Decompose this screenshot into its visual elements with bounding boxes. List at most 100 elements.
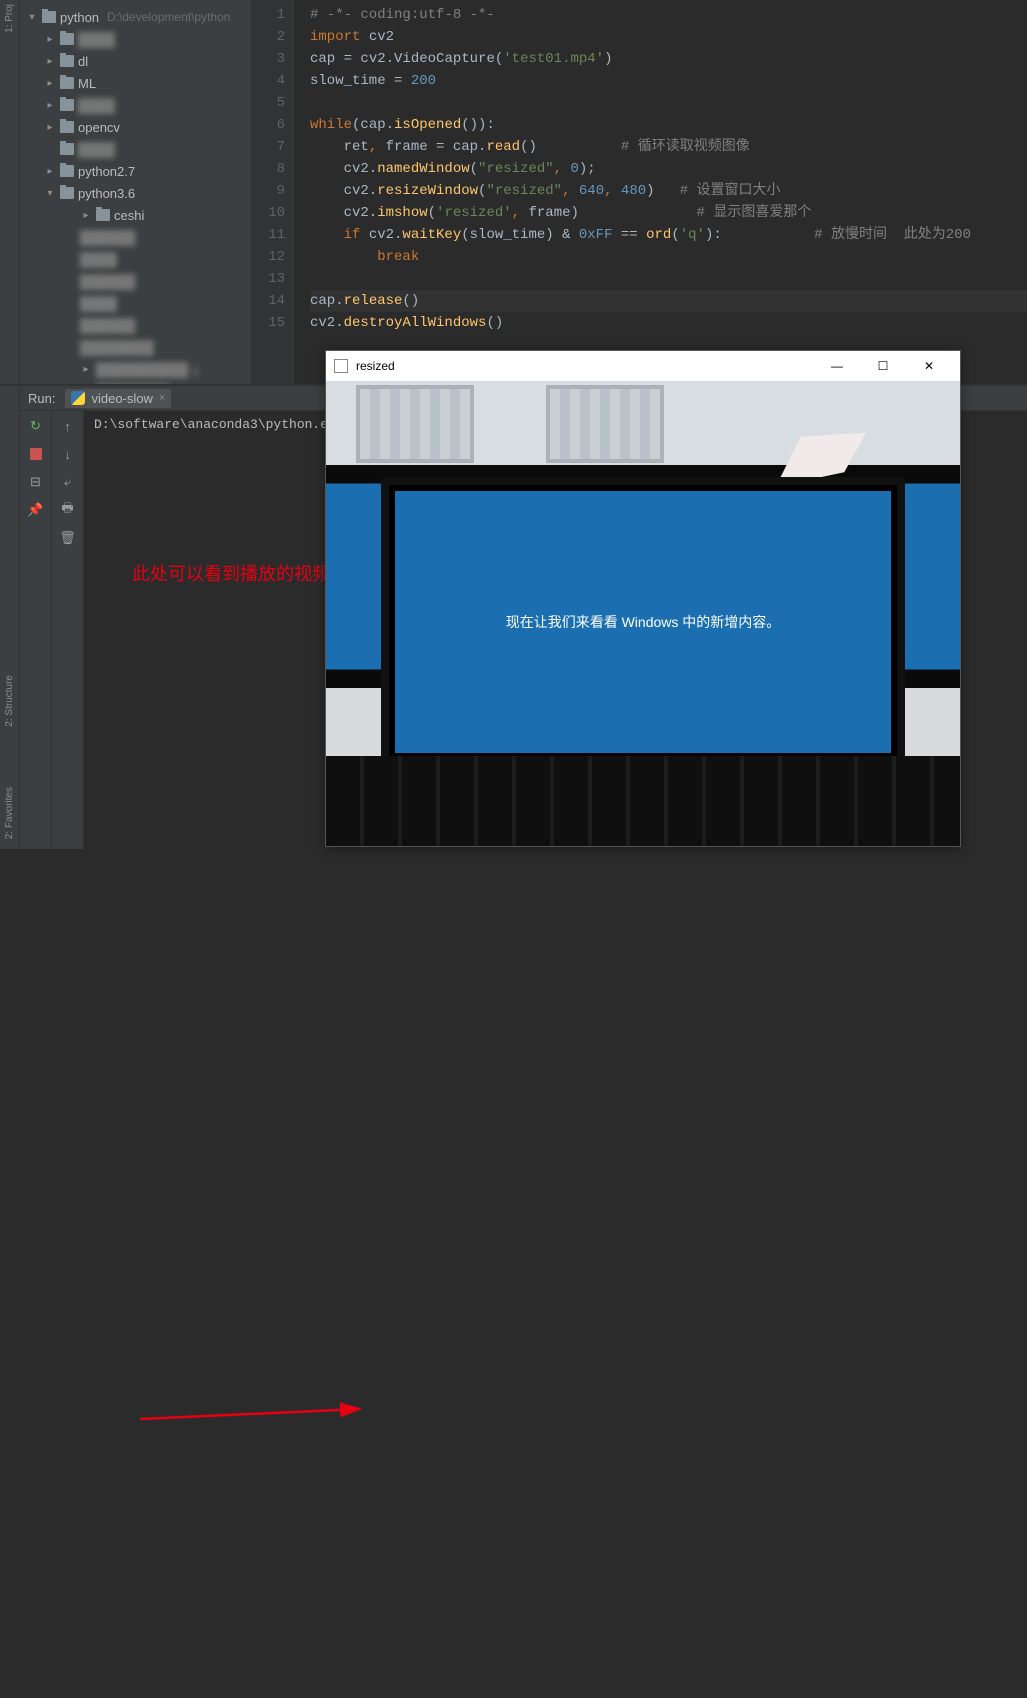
left-tool-strip[interactable]: 1: Proj xyxy=(0,0,20,384)
code-line[interactable]: cv2.resizeWindow("resized", 640, 480) # … xyxy=(310,180,1027,202)
up-icon[interactable]: ↑ xyxy=(59,417,77,435)
code-line[interactable] xyxy=(310,92,1027,114)
rerun-icon[interactable]: ↻ xyxy=(27,417,45,435)
line-number-gutter: 123456789101112131415 xyxy=(252,0,294,384)
chevron-right-icon[interactable]: ▸ xyxy=(44,78,56,89)
line-number: 6 xyxy=(252,114,285,136)
code-line[interactable]: cv2.destroyAllWindows() xyxy=(310,312,1027,334)
folder-icon xyxy=(60,77,74,89)
code-line[interactable]: cv2.namedWindow("resized", 0); xyxy=(310,158,1027,180)
tree-item[interactable]: ▸████ xyxy=(20,94,251,116)
tree-item-python36[interactable]: ▾python3.6 xyxy=(20,182,251,204)
code-line[interactable]: while(cap.isOpened()): xyxy=(310,114,1027,136)
folder-icon xyxy=(60,165,74,177)
tree-item-ceshi[interactable]: ▸ceshi xyxy=(20,204,251,226)
tree-root-label: python xyxy=(60,10,99,25)
line-number: 11 xyxy=(252,224,285,246)
line-number: 2 xyxy=(252,26,285,48)
favorites-strip-label[interactable]: 2: Favorites xyxy=(4,787,15,839)
line-number: 1 xyxy=(252,4,285,26)
line-number: 7 xyxy=(252,136,285,158)
chevron-right-icon[interactable]: ▸ xyxy=(44,166,56,177)
tree-item-opencv[interactable]: ▸opencv xyxy=(20,116,251,138)
chevron-right-icon[interactable]: ▸ xyxy=(44,56,56,67)
code-line[interactable]: break xyxy=(310,246,1027,268)
bottom-tool-strip[interactable]: 2: Favorites 2: Structure xyxy=(0,386,20,849)
tree-item[interactable]: ██████ xyxy=(20,314,251,336)
video-titlebar[interactable]: resized — ☐ ✕ xyxy=(326,351,960,381)
code-line[interactable]: cap.release() xyxy=(310,290,1027,312)
tree-item-python27[interactable]: ▸python2.7 xyxy=(20,160,251,182)
folder-icon xyxy=(96,209,110,221)
minimize-button[interactable]: — xyxy=(814,351,860,381)
window-icon xyxy=(334,359,348,373)
video-window[interactable]: resized — ☐ ✕ 现在让我们来看看 Windows 中的新增内容。 xyxy=(325,350,961,847)
code-editor[interactable]: 123456789101112131415 # -*- coding:utf-8… xyxy=(252,0,1027,384)
code-line[interactable]: if cv2.waitKey(slow_time) & 0xFF == ord(… xyxy=(310,224,1027,246)
code-line[interactable] xyxy=(310,268,1027,290)
video-window-title: resized xyxy=(356,359,395,373)
line-number: 4 xyxy=(252,70,285,92)
print-icon[interactable]: 🖶 xyxy=(59,501,77,519)
run-tab[interactable]: video-slow × xyxy=(65,389,171,408)
line-number: 3 xyxy=(252,48,285,70)
trash-icon[interactable]: 🗑 xyxy=(59,529,77,547)
code-line[interactable]: import cv2 xyxy=(310,26,1027,48)
video-keyboard xyxy=(326,756,960,846)
structure-strip-label[interactable]: 2: Structure xyxy=(4,675,15,727)
tree-item[interactable]: ████████ xyxy=(20,336,251,358)
line-number: 12 xyxy=(252,246,285,268)
tree-item[interactable]: ████ xyxy=(20,292,251,314)
down-icon[interactable]: ↓ xyxy=(59,445,77,463)
tree-root[interactable]: ▾ python D:\development\python xyxy=(20,6,251,28)
code-line[interactable]: cv2.imshow('resized', frame) # 显示图喜爱那个 xyxy=(310,202,1027,224)
close-icon[interactable]: × xyxy=(159,392,165,404)
chevron-down-icon[interactable]: ▾ xyxy=(26,12,38,23)
line-number: 13 xyxy=(252,268,285,290)
tree-item[interactable]: ████ xyxy=(20,248,251,270)
run-toolbar-secondary: ↑ ↓ ⤶ 🖶 🗑 xyxy=(52,411,84,849)
video-ceiling xyxy=(326,381,960,465)
video-screen-text: 现在让我们来看看 Windows 中的新增内容。 xyxy=(395,491,891,753)
chevron-right-icon[interactable]: ▸ xyxy=(44,122,56,133)
code-line[interactable]: cap = cv2.VideoCapture('test01.mp4') xyxy=(310,48,1027,70)
code-area[interactable]: # -*- coding:utf-8 -*-import cv2cap = cv… xyxy=(294,0,1027,384)
upper-pane: 1: Proj ▾ python D:\development\python ▸… xyxy=(0,0,1027,385)
run-toolbar-primary: ↻ ⊟ 📌 xyxy=(20,411,52,849)
maximize-button[interactable]: ☐ xyxy=(860,351,906,381)
project-tree[interactable]: ▾ python D:\development\python ▸████ ▸dl… xyxy=(20,0,252,384)
python-icon xyxy=(71,391,85,405)
line-number: 10 xyxy=(252,202,285,224)
tree-root-path: D:\development\python xyxy=(107,10,230,24)
line-number: 14 xyxy=(252,290,285,312)
annotation-arrow xyxy=(0,849,1027,1698)
layout-icon[interactable]: ⊟ xyxy=(27,473,45,491)
folder-icon xyxy=(60,187,74,199)
folder-icon xyxy=(60,55,74,67)
line-number: 5 xyxy=(252,92,285,114)
close-button[interactable]: ✕ xyxy=(906,351,952,381)
run-tab-label: video-slow xyxy=(91,391,152,406)
tree-item[interactable]: ▸██████████ g xyxy=(20,358,251,380)
run-title: Run: xyxy=(28,391,55,406)
code-line[interactable]: # -*- coding:utf-8 -*- xyxy=(310,4,1027,26)
video-monitor: 现在让我们来看看 Windows 中的新增内容。 xyxy=(381,477,905,767)
tree-item[interactable]: ▸████████ xyxy=(20,380,251,384)
chevron-down-icon[interactable]: ▾ xyxy=(44,188,56,199)
tree-item[interactable]: ████ xyxy=(20,138,251,160)
line-number: 9 xyxy=(252,180,285,202)
tree-item[interactable]: ██████ xyxy=(20,226,251,248)
stop-icon[interactable] xyxy=(27,445,45,463)
tree-item-ml[interactable]: ▸ML xyxy=(20,72,251,94)
tree-item[interactable]: ▸████ xyxy=(20,28,251,50)
pin-icon[interactable]: 📌 xyxy=(27,501,45,519)
tree-item-dl[interactable]: ▸dl xyxy=(20,50,251,72)
line-number: 8 xyxy=(252,158,285,180)
line-number: 15 xyxy=(252,312,285,334)
wrap-icon[interactable]: ⤶ xyxy=(59,473,77,491)
chevron-right-icon[interactable]: ▸ xyxy=(80,210,92,221)
code-line[interactable]: slow_time = 200 xyxy=(310,70,1027,92)
tree-item[interactable]: ██████ xyxy=(20,270,251,292)
project-strip-label[interactable]: 1: Proj xyxy=(4,4,15,33)
code-line[interactable]: ret, frame = cap.read() # 循环读取视频图像 xyxy=(310,136,1027,158)
